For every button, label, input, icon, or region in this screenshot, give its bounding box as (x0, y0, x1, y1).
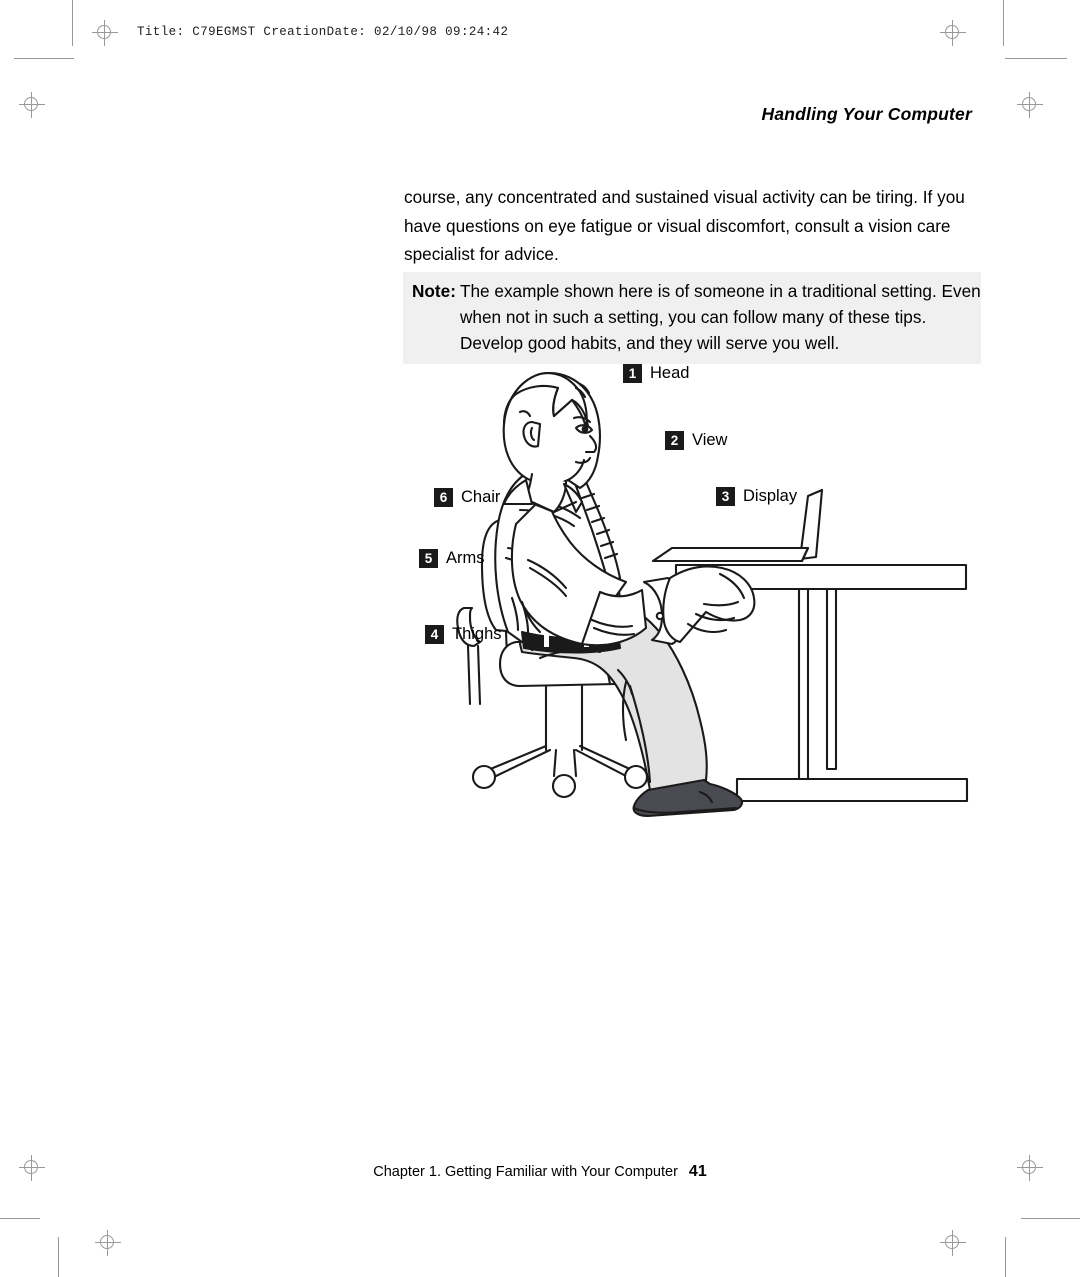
pupil (581, 425, 589, 433)
callout-badge-6: 6 (434, 488, 453, 507)
chair-base-center-leg-2 (572, 748, 578, 778)
callout-view: 2 View (665, 431, 727, 450)
chair-column (544, 684, 584, 752)
callout-label-thighs: Thighs (452, 625, 502, 643)
chair-arm-post-2 (476, 644, 482, 706)
callout-thighs: 4 Thighs (425, 625, 502, 644)
ergonomics-illustration-svg (456, 372, 969, 818)
callout-head: 1 Head (623, 364, 689, 383)
running-head-title: Handling Your Computer (761, 104, 972, 124)
belt-loop-1 (544, 634, 549, 647)
registration-mark-bottom-right (940, 1230, 966, 1256)
chair-caster-left (471, 764, 497, 790)
desk-leg-right (825, 587, 838, 771)
callout-label-display: Display (743, 487, 798, 505)
laptop-base (651, 546, 810, 563)
crop-line-top-left-horizontal (14, 58, 74, 59)
crop-line-top-right-vertical (1003, 0, 1004, 46)
chair-caster-right (623, 764, 649, 790)
registration-mark-bottom-left (95, 1230, 121, 1256)
footer-chapter-text: Chapter 1. Getting Familiar with Your Co… (373, 1164, 678, 1180)
footer-page-number: 41 (688, 1163, 707, 1180)
crop-line-top-left-vertical (72, 0, 73, 46)
callout-display: 3 Display (716, 487, 797, 506)
callout-label-head: Head (650, 364, 690, 382)
ergonomics-figure (404, 352, 984, 822)
note-text: The example shown here is of someone in … (460, 278, 985, 356)
registration-mark-right-upper (1017, 92, 1043, 118)
crop-line-bottom-left-horizontal (0, 1218, 40, 1219)
crop-line-bottom-right-vertical (1005, 1237, 1006, 1277)
desk-leg-left (797, 587, 810, 799)
desk-foot-rail (735, 777, 969, 803)
chair-arm-post (466, 644, 472, 706)
registration-mark-top-right (940, 20, 966, 46)
callout-badge-3: 3 (716, 487, 735, 506)
note-row: Note: The example shown here is of someo… (403, 278, 981, 356)
callout-label-view: View (692, 431, 728, 449)
note-label: Note: (412, 281, 456, 301)
body-paragraph: course, any concentrated and sustained v… (404, 187, 965, 264)
crop-line-top-right-horizontal (1005, 58, 1067, 59)
callout-arms: 5 Arms (419, 549, 485, 568)
registration-mark-top-left (92, 20, 118, 46)
note-callout-box: Note: The example shown here is of someo… (403, 272, 981, 364)
callout-badge-5: 5 (419, 549, 438, 568)
note-text-line-1: The example shown here is of someone in … (460, 281, 981, 301)
page-footer: Chapter 1. Getting Familiar with Your Co… (0, 1163, 1080, 1181)
note-text-line-2: when not in such a setting, you can foll… (460, 307, 927, 327)
callout-badge-4: 4 (425, 625, 444, 644)
registration-mark-left-upper (19, 92, 45, 118)
chair-base-center-leg (552, 748, 558, 778)
chair-caster-center (551, 773, 577, 799)
callout-label-arms: Arms (446, 549, 485, 567)
callout-badge-2: 2 (665, 431, 684, 450)
callout-badge-1: 1 (623, 364, 642, 383)
print-job-info-line: Title: C79EGMST CreationDate: 02/10/98 0… (137, 25, 509, 39)
callout-chair: 6 Chair (434, 488, 500, 507)
crop-line-bottom-right-horizontal (1021, 1218, 1080, 1219)
crop-line-bottom-left-vertical (58, 1237, 59, 1277)
callout-label-chair: Chair (461, 488, 501, 506)
